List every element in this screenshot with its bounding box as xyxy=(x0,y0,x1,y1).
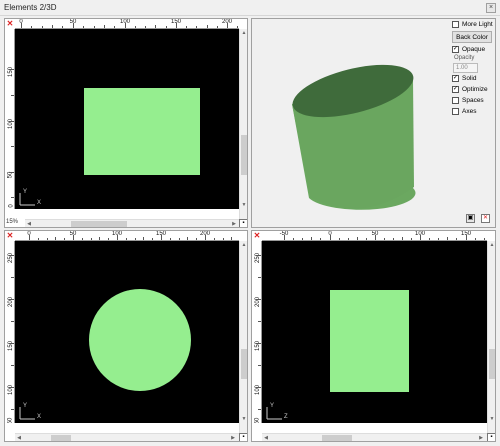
scroll-up-icon[interactable]: ▲ xyxy=(240,29,247,37)
zoom-label: 15% xyxy=(6,219,19,225)
checkbox-box[interactable]: ✓ xyxy=(452,74,459,82)
checkbox-label: Spaces xyxy=(462,96,484,104)
scroll-right-icon[interactable]: ▶ xyxy=(477,434,485,441)
view-3d: More Light Back Color ✓ Opaque Opacity 1… xyxy=(251,18,496,228)
scroll-down-icon[interactable]: ▼ xyxy=(488,415,495,423)
checkbox-box[interactable] xyxy=(452,20,459,28)
checkbox-label: Solid xyxy=(462,74,477,82)
horizontal-scrollbar[interactable]: ◀ ▶ xyxy=(262,433,487,441)
scroll-left-icon[interactable]: ◀ xyxy=(262,434,270,441)
axis-x-label: X xyxy=(37,200,42,206)
viewport-canvas[interactable]: Y X xyxy=(15,29,239,209)
view-top-left: ✕ 0 50 100 150 200 150 100 50 0 Y X ▲ ▼ … xyxy=(4,18,248,228)
opacity-field[interactable]: 1.00 xyxy=(453,63,478,73)
scroll-left-icon[interactable]: ◀ xyxy=(25,220,33,227)
window-titlebar: Elements 2/3D × xyxy=(0,0,500,16)
axis-x-label: X xyxy=(37,414,42,420)
print-icon[interactable]: ▪ xyxy=(239,219,247,227)
spaces-checkbox[interactable]: Spaces xyxy=(452,95,484,105)
scroll-down-icon[interactable]: ▼ xyxy=(240,201,247,209)
rectangle-shape[interactable] xyxy=(84,88,200,175)
scroll-thumb[interactable] xyxy=(322,435,352,441)
checkbox-label: Axes xyxy=(462,107,477,115)
scroll-right-icon[interactable]: ▶ xyxy=(230,220,238,227)
view-bottom-left: ✕ 0 50 100 150 200 250 200 150 100 50 Y … xyxy=(4,230,248,442)
3d-canvas[interactable] xyxy=(252,19,452,227)
back-color-button[interactable]: Back Color xyxy=(452,31,492,43)
checkbox-label: Optimize xyxy=(462,85,488,93)
ruler-label: 50 xyxy=(8,417,14,423)
vertical-scrollbar[interactable]: ▲ ▼ xyxy=(239,241,247,433)
reset-view-icon[interactable]: ✕ xyxy=(252,231,262,241)
ruler-horizontal: -50 0 50 100 150 xyxy=(262,231,487,241)
horizontal-scrollbar[interactable]: ◀ ▶ xyxy=(25,219,239,227)
axes-checkbox[interactable]: Axes xyxy=(452,106,476,116)
window-title: Elements 2/3D xyxy=(4,3,57,12)
ruler-vertical: 250 200 150 100 50 xyxy=(5,241,15,423)
close-view-icon[interactable]: ✕ xyxy=(481,214,490,223)
checkbox-box[interactable] xyxy=(452,96,459,104)
scroll-up-icon[interactable]: ▲ xyxy=(240,241,247,249)
solid-checkbox[interactable]: ✓ Solid xyxy=(452,73,476,83)
optimize-checkbox[interactable]: ✓ Optimize xyxy=(452,84,488,94)
camera-icon[interactable]: ▣ xyxy=(466,214,475,223)
more-light-checkbox[interactable]: More Light xyxy=(452,19,493,29)
scroll-right-icon[interactable]: ▶ xyxy=(229,434,237,441)
ruler-vertical: 250 200 150 100 50 xyxy=(252,241,262,423)
close-icon[interactable]: × xyxy=(486,3,496,13)
ruler-label: 0 xyxy=(8,204,14,208)
axis-y-label: Y xyxy=(270,403,275,409)
horizontal-scrollbar[interactable]: ◀ ▶ xyxy=(15,433,239,441)
opacity-label: Opacity xyxy=(454,55,475,61)
axes-indicator: Y Z xyxy=(264,403,290,421)
scroll-left-icon[interactable]: ◀ xyxy=(15,434,23,441)
scroll-up-icon[interactable]: ▲ xyxy=(488,241,495,249)
scroll-down-icon[interactable]: ▼ xyxy=(240,415,247,423)
viewport-canvas[interactable]: Y X xyxy=(15,241,239,423)
3d-options-panel: More Light Back Color ✓ Opaque Opacity 1… xyxy=(450,19,495,227)
ruler-horizontal: 0 50 100 150 200 xyxy=(15,19,239,29)
reset-view-icon[interactable]: ✕ xyxy=(5,19,15,29)
ruler-label: 50 xyxy=(255,417,261,423)
axis-y-label: Y xyxy=(23,189,28,195)
checkbox-box[interactable] xyxy=(452,107,459,115)
axes-indicator: Y X xyxy=(17,403,43,421)
axis-y-label: Y xyxy=(23,403,28,409)
rectangle-shape[interactable] xyxy=(330,290,409,392)
reset-view-icon[interactable]: ✕ xyxy=(5,231,15,241)
vertical-scrollbar[interactable]: ▲ ▼ xyxy=(487,241,495,433)
checkbox-box[interactable]: ✓ xyxy=(452,85,459,93)
scroll-thumb[interactable] xyxy=(241,135,247,175)
circle-shape[interactable] xyxy=(89,289,191,391)
view-bottom-right: ✕ -50 0 50 100 150 250 200 150 100 50 Y … xyxy=(251,230,496,442)
checkbox-box[interactable]: ✓ xyxy=(452,45,459,53)
scroll-thumb[interactable] xyxy=(71,221,127,227)
axis-z-label: Z xyxy=(284,414,288,420)
print-icon[interactable]: ▪ xyxy=(487,433,495,441)
print-icon[interactable]: ▪ xyxy=(239,433,247,441)
ruler-horizontal: 0 50 100 150 200 xyxy=(15,231,239,241)
checkbox-label: More Light xyxy=(462,20,493,28)
checkbox-label: Opaque xyxy=(462,45,486,53)
viewport-canvas[interactable]: Y Z xyxy=(262,241,487,423)
ruler-vertical: 150 100 50 0 xyxy=(5,29,15,209)
opaque-checkbox[interactable]: ✓ Opaque xyxy=(452,44,485,54)
scroll-thumb[interactable] xyxy=(489,349,495,379)
vertical-scrollbar[interactable]: ▲ ▼ xyxy=(239,29,247,219)
scroll-thumb[interactable] xyxy=(241,349,247,379)
axes-indicator: Y X xyxy=(17,189,43,207)
scroll-thumb[interactable] xyxy=(51,435,71,441)
